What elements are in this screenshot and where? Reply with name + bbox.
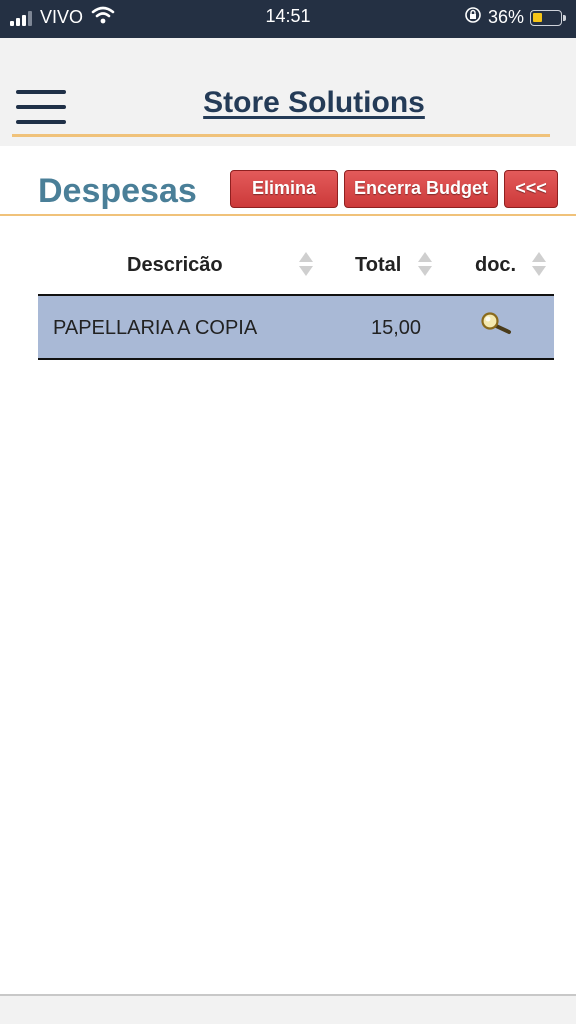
status-bar: VIVO 14:51 36% — [0, 0, 576, 38]
bottom-bar — [0, 994, 576, 1024]
app-title[interactable]: Store Solutions — [0, 86, 576, 120]
back-button[interactable]: <<< — [504, 170, 558, 208]
elimina-button[interactable]: Elimina — [230, 170, 338, 208]
status-right: 36% — [464, 6, 566, 29]
sort-icon[interactable] — [299, 252, 313, 278]
sort-icon[interactable] — [418, 252, 432, 278]
page-toolbar: Despesas Elimina Encerra Budget <<< — [0, 146, 576, 216]
table-row[interactable]: PAPELLARIA A COPIA 15,00 — [38, 296, 554, 360]
header-divider — [12, 134, 550, 137]
row-total: 15,00 — [371, 317, 422, 339]
row-description: PAPELLARIA A COPIA — [53, 317, 258, 339]
page-title: Despesas — [38, 172, 197, 210]
encerra-budget-button[interactable]: Encerra Budget — [344, 170, 498, 208]
column-header-doc[interactable]: doc. — [475, 254, 516, 277]
column-header-description[interactable]: Descricão — [127, 254, 223, 277]
sort-icon[interactable] — [532, 252, 546, 278]
table-header: Descricão Total doc. — [38, 236, 554, 296]
column-header-total[interactable]: Total — [355, 254, 401, 277]
expenses-table: Descricão Total doc. PAPELLARIA A COPIA … — [38, 236, 554, 360]
battery-icon — [530, 9, 566, 26]
app-header: Store Solutions — [0, 38, 576, 146]
magnifier-icon[interactable] — [480, 312, 514, 338]
rotation-lock-icon — [464, 6, 482, 29]
battery-percent: 36% — [487, 7, 524, 27]
toolbar-divider — [0, 214, 576, 216]
